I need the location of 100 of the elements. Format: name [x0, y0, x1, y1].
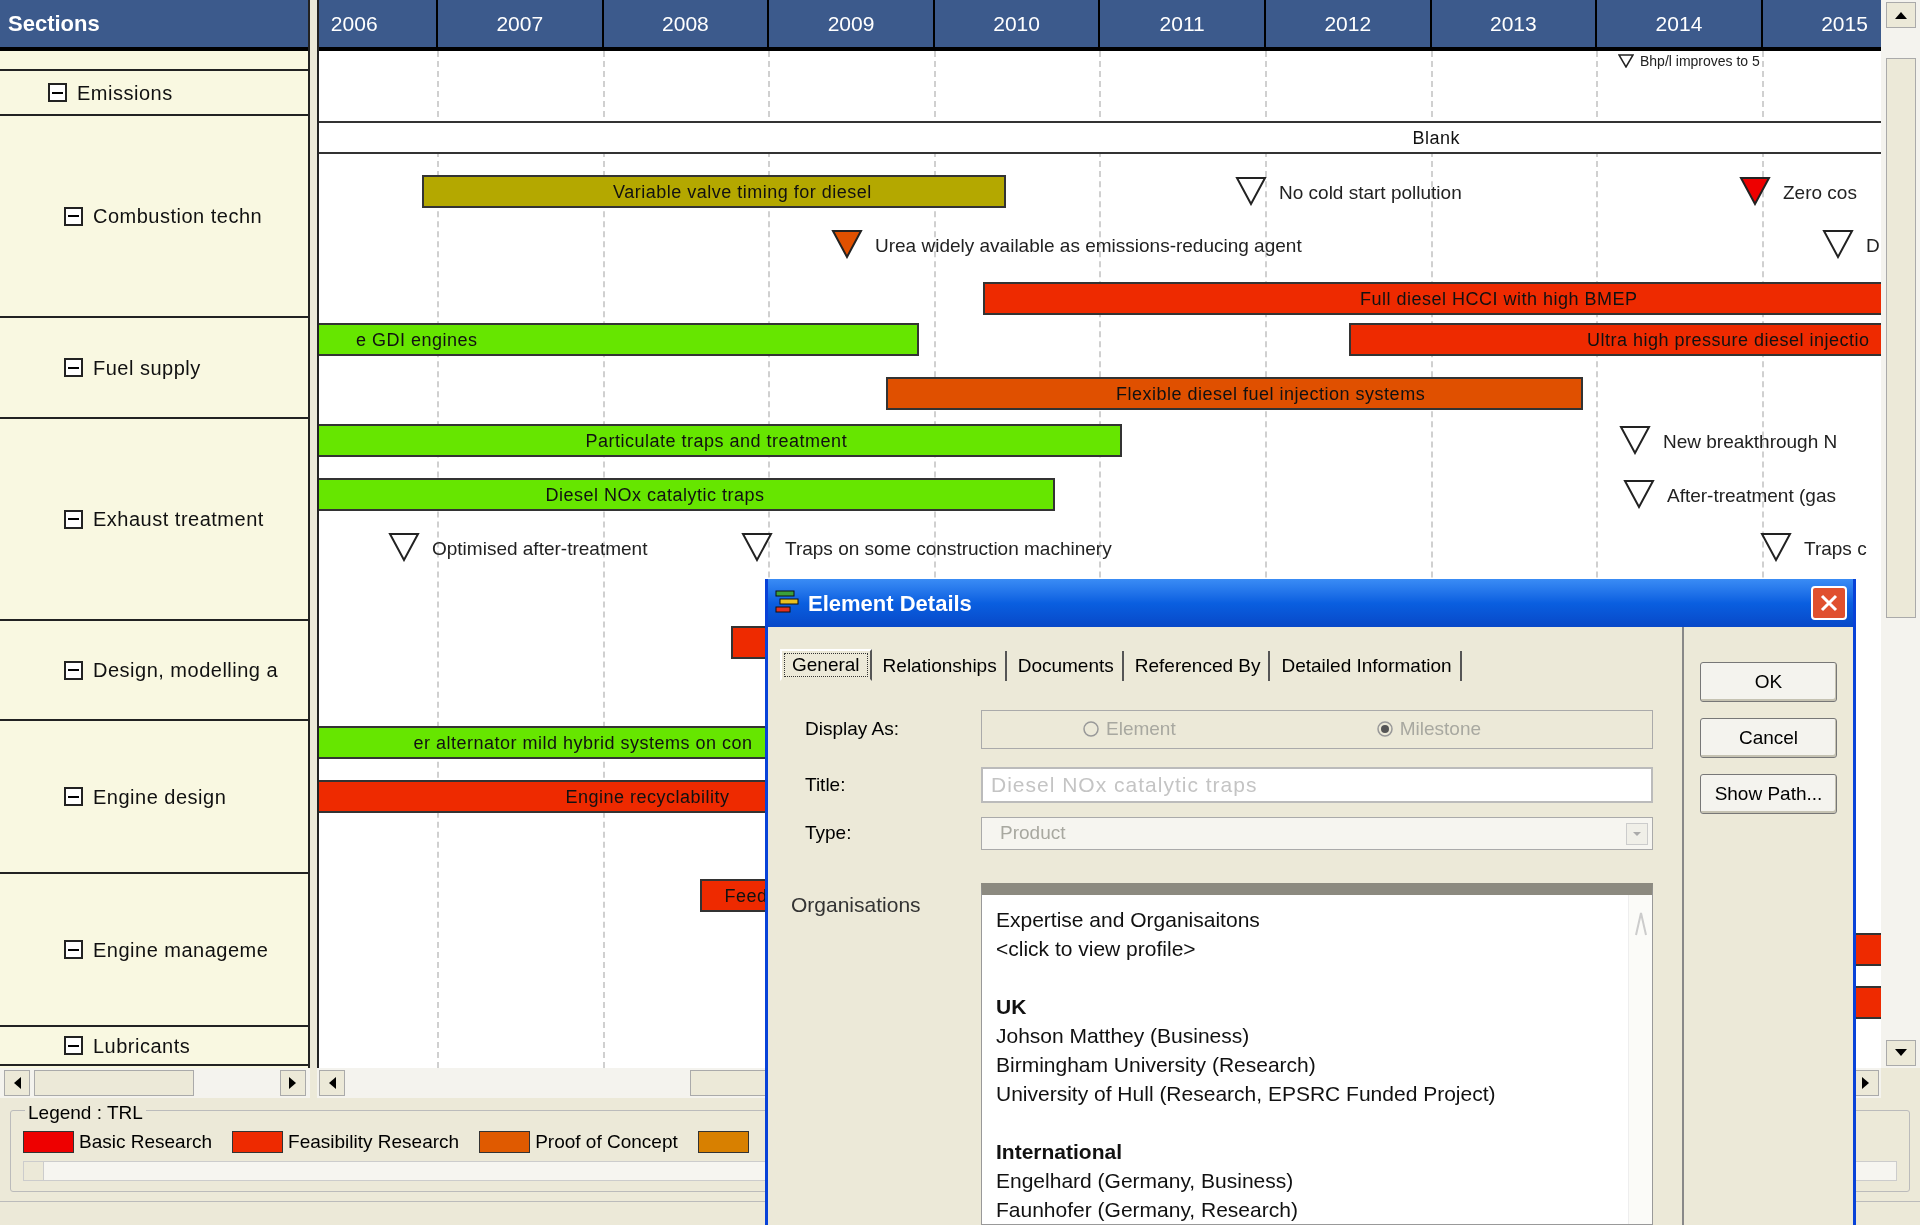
dialog-title: Element Details	[808, 589, 972, 618]
milestone-marker[interactable]	[1760, 532, 1792, 562]
milestone-marker[interactable]	[1623, 478, 1655, 509]
milestone-label: No cold start pollution	[1279, 180, 1462, 205]
milestone-marker[interactable]	[388, 532, 420, 562]
scroll-thumb[interactable]	[1885, 58, 1916, 618]
close-button[interactable]	[1811, 586, 1847, 620]
section-label[interactable]: Exhaust treatment	[93, 504, 264, 534]
section-label[interactable]: Emissions	[77, 77, 173, 108]
dialog-button[interactable]: Cancel	[1700, 718, 1837, 758]
scroll-left-button[interactable]	[4, 1070, 30, 1096]
up-arrow-icon	[1894, 11, 1907, 19]
milestone-marker[interactable]	[1619, 425, 1651, 455]
year-label: 2014	[1655, 10, 1703, 37]
list-line: Johson Matthey (Business)	[996, 1023, 1251, 1049]
year-label: 2008	[662, 10, 709, 37]
bar-label: Engine recyclability	[565, 785, 730, 809]
dialog-button[interactable]: Show Path...	[1700, 774, 1837, 814]
year-label: 2007	[496, 10, 544, 37]
collapse-toggle[interactable]	[64, 358, 83, 377]
list-line: Faunhofer (Germany, Research)	[996, 1197, 1299, 1223]
scroll-down-button[interactable]	[1885, 1040, 1916, 1066]
horizontal-scrollbar[interactable]	[0, 1068, 310, 1098]
timeline-bar[interactable]	[886, 376, 1583, 410]
year-label: 2010	[993, 10, 1040, 37]
timeline-bar[interactable]	[983, 281, 1881, 315]
list-line: <click to view profile>	[996, 936, 1197, 962]
year-label: 2006	[330, 10, 378, 37]
milestone-label: After-treatment (gas	[1667, 483, 1836, 508]
list-line: Expertise and Organisaitons	[996, 907, 1261, 933]
timeline-bar[interactable]	[319, 477, 1055, 511]
list-line: Engelhard (Germany, Business)	[996, 1168, 1295, 1194]
milestone-marker[interactable]	[831, 229, 863, 259]
collapse-toggle[interactable]	[64, 940, 83, 959]
milestone-marker[interactable]	[1235, 175, 1267, 206]
year-label: 2015	[1821, 10, 1868, 37]
organisations-list[interactable]	[981, 883, 1653, 1225]
bar-label: Blank	[1412, 127, 1461, 150]
milestone-label: Bhp/l improves to 5	[1640, 52, 1760, 71]
bar-label: Ultra high pressure diesel injectio	[1587, 329, 1870, 352]
milestone-marker[interactable]	[1822, 229, 1854, 259]
bar-label: er alternator mild hybrid systems on con	[413, 732, 753, 755]
down-arrow-icon	[1894, 1049, 1907, 1057]
milestone-marker[interactable]	[1618, 54, 1634, 68]
tab[interactable]: Documents	[1009, 651, 1124, 681]
scroll-left-button[interactable]	[319, 1070, 345, 1096]
bar-label: Diesel NOx catalytic traps	[545, 483, 765, 507]
section-label[interactable]: Engine manageme	[93, 934, 269, 965]
tab[interactable]: Relationships	[874, 651, 1007, 681]
field-label: Display As:	[804, 716, 900, 741]
section-label[interactable]: Combustion techn	[93, 201, 263, 231]
field-label: Organisations	[790, 892, 922, 918]
tab[interactable]: Referenced By	[1126, 651, 1271, 681]
year-label: 2013	[1490, 10, 1537, 37]
left-arrow-icon	[13, 1077, 21, 1089]
milestone-label: Urea widely available as emissions-reducing agent	[875, 234, 1302, 258]
milestone-label: Optimised after-treatment	[432, 537, 648, 561]
dialog-button[interactable]: OK	[1700, 662, 1837, 702]
collapse-toggle[interactable]	[64, 509, 83, 529]
vertical-scrollbar[interactable]	[1881, 0, 1920, 1068]
milestone-label: Traps on some construction machinery	[785, 537, 1112, 561]
collapse-toggle[interactable]	[64, 206, 83, 226]
year-label: 2011	[1159, 10, 1205, 37]
panel-title: Sections	[8, 10, 100, 38]
section-label[interactable]: Design, modelling a	[93, 655, 279, 685]
tab[interactable]: Detailed Information	[1273, 651, 1462, 681]
timeline-bar[interactable]	[422, 174, 1006, 208]
milestone-label: New breakthrough N	[1663, 430, 1838, 454]
field-label: Type:	[804, 821, 853, 846]
bar-label: Variable valve timing for diesel	[613, 180, 872, 204]
section-label[interactable]: Lubricants	[93, 1030, 191, 1061]
collapse-toggle[interactable]	[64, 660, 83, 680]
right-arrow-icon	[289, 1077, 297, 1089]
list-heading: UK	[996, 994, 1028, 1020]
list-line: University of Hull (Research, EPSRC Funded Project)	[996, 1081, 1497, 1107]
field-label: Title:	[804, 772, 847, 797]
collapse-toggle[interactable]	[64, 1036, 83, 1055]
year-label: 2009	[827, 10, 875, 37]
scroll-up-button[interactable]	[1885, 2, 1916, 28]
legend-label: Proof of Concept	[535, 1129, 678, 1154]
section-label[interactable]: Engine design	[93, 781, 227, 812]
scroll-right-button[interactable]	[280, 1070, 306, 1096]
bar-label: Flexible diesel fuel injection systems	[1116, 382, 1426, 406]
collapse-toggle[interactable]	[48, 83, 67, 102]
milestone-label: Traps c	[1804, 537, 1867, 561]
tab[interactable]: General	[780, 649, 872, 681]
scroll-thumb[interactable]	[34, 1070, 194, 1096]
list-line: Birmingham University (Research)	[996, 1052, 1317, 1078]
close-icon	[1820, 594, 1838, 612]
legend-label: Feasibility Research	[288, 1129, 460, 1154]
legend-label: Basic Research	[79, 1129, 213, 1154]
left-arrow-icon	[328, 1077, 336, 1089]
section-label[interactable]: Fuel supply	[93, 352, 201, 383]
collapse-toggle[interactable]	[64, 787, 83, 806]
milestone-label: Zero cos	[1783, 180, 1857, 205]
bar-label: Particulate traps and treatment	[585, 430, 848, 453]
timeline-bar[interactable]	[319, 424, 1122, 457]
milestone-marker[interactable]	[1739, 175, 1771, 206]
milestone-marker[interactable]	[741, 532, 773, 562]
milestone-label: Di	[1866, 234, 1881, 258]
